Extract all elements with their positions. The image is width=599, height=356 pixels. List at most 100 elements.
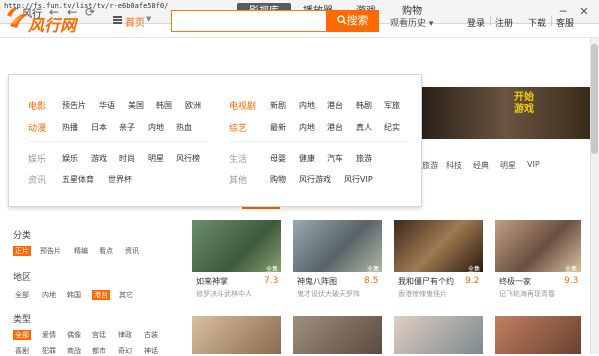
dropdown-item[interactable]: 购物 <box>270 174 286 185</box>
login-link[interactable]: 登录 <box>467 16 485 29</box>
watch-history-link[interactable]: 观看历史 ▾ <box>390 16 433 29</box>
close-button[interactable]: ✕ <box>576 4 592 20</box>
filter-option[interactable]: 神话 <box>144 346 158 356</box>
filter-option[interactable]: 其它 <box>119 290 133 300</box>
filter-option[interactable]: 偶像 <box>67 330 81 340</box>
dropdown-item[interactable]: 港台 <box>327 100 343 111</box>
dropdown-item[interactable]: 港台 <box>327 122 343 133</box>
nav-vip[interactable]: VIP <box>527 160 540 169</box>
video-title[interactable]: 终极一家 <box>499 276 531 287</box>
dropdown-item[interactable]: 娱乐 <box>62 153 78 164</box>
dropdown-item[interactable]: 世界杯 <box>108 174 132 185</box>
dropdown-item[interactable]: 热播 <box>62 122 78 133</box>
dropdown-item[interactable]: 韩国 <box>156 100 172 111</box>
filter-option[interactable]: 全部 <box>15 290 29 300</box>
dropdown-category[interactable]: 电影 <box>28 99 46 112</box>
promo-banner[interactable] <box>422 87 590 139</box>
video-title[interactable]: 我和僵尸有个约 <box>398 276 454 287</box>
dropdown-item[interactable]: 内地 <box>148 122 164 133</box>
dropdown-item[interactable]: 纪实 <box>384 122 400 133</box>
site-logo-icon[interactable] <box>8 10 30 30</box>
filter-option[interactable]: 内地 <box>42 290 56 300</box>
filter-option[interactable]: 港台 <box>92 290 110 300</box>
search-input[interactable] <box>171 10 327 32</box>
dropdown-item[interactable]: 时尚 <box>119 153 135 164</box>
video-thumbnail[interactable] <box>293 316 382 354</box>
dropdown-category[interactable]: 娱乐 <box>28 152 46 165</box>
watch-history-label: 观看历史 <box>390 19 427 29</box>
badge-full: 全集 <box>367 266 380 273</box>
filter-option[interactable]: 精编 <box>74 246 88 256</box>
dropdown-category[interactable]: 综艺 <box>229 121 247 134</box>
dropdown-item[interactable]: 汽车 <box>327 153 343 164</box>
dropdown-item[interactable]: 韩剧 <box>356 100 372 111</box>
dropdown-item[interactable]: 明星 <box>148 153 164 164</box>
url-text[interactable]: http://fs.fun.tv/list/tv/r-e6b0afe58f0/ <box>4 2 168 10</box>
filter-option[interactable]: 都市 <box>92 346 106 356</box>
filter-option[interactable]: 看点 <box>99 246 113 256</box>
filter-option[interactable]: 预告片 <box>40 246 61 256</box>
dropdown-item[interactable]: 亲子 <box>119 122 135 133</box>
nav-star[interactable]: 明星 <box>500 160 516 171</box>
dropdown-category[interactable]: 动漫 <box>28 121 46 134</box>
dropdown-item[interactable]: 健康 <box>299 153 315 164</box>
nav-travel[interactable]: 旅游 <box>422 160 438 171</box>
dropdown-item[interactable]: 预告片 <box>62 100 86 111</box>
dropdown-item[interactable]: 日本 <box>91 122 107 133</box>
filter-option[interactable]: 奇幻 <box>118 346 132 356</box>
filter-label-genre: 类型 <box>13 315 32 325</box>
video-score: 9.3 <box>564 276 579 286</box>
dropdown-item[interactable]: 华语 <box>99 100 115 111</box>
dropdown-category[interactable]: 电视剧 <box>229 99 256 112</box>
dropdown-item[interactable]: 真人 <box>356 122 372 133</box>
scrollbar-thumb[interactable] <box>591 44 598 154</box>
filter-option[interactable]: 喜剧 <box>15 346 29 356</box>
nav-classic[interactable]: 经典 <box>473 160 489 171</box>
dropdown-item[interactable]: 旅游 <box>356 153 372 164</box>
dropdown-item[interactable]: 游戏 <box>91 153 107 164</box>
chevron-down-icon[interactable]: ▼ <box>146 15 151 23</box>
filter-option[interactable]: 商战 <box>67 346 81 356</box>
dropdown-item[interactable]: 最新 <box>270 122 286 133</box>
video-thumbnail[interactable] <box>394 316 483 354</box>
video-desc: 记飞轮海再现青春 <box>499 290 555 298</box>
search-button[interactable]: 搜索 <box>326 10 379 32</box>
dropdown-category[interactable]: 其他 <box>229 173 247 186</box>
dropdown-item[interactable]: 热血 <box>176 122 192 133</box>
nav-tech[interactable]: 科技 <box>446 160 462 171</box>
filter-option[interactable]: 犯罪 <box>42 346 56 356</box>
filter-option[interactable]: 宫廷 <box>92 330 106 340</box>
dropdown-item[interactable]: 欧洲 <box>185 100 201 111</box>
video-thumbnail[interactable] <box>192 316 281 354</box>
register-link[interactable]: 注册 <box>495 16 513 29</box>
download-link[interactable]: 下载 <box>528 16 546 29</box>
dropdown-item[interactable]: 风行榜 <box>176 153 200 164</box>
dropdown-item[interactable]: 军旅 <box>384 100 400 111</box>
dropdown-item[interactable]: 内地 <box>299 122 315 133</box>
home-menu-label[interactable]: 首页 <box>125 14 145 29</box>
video-title[interactable]: 神鬼八阵图 <box>297 276 337 287</box>
filter-option[interactable]: 爱情 <box>42 330 56 340</box>
filter-option[interactable]: 资讯 <box>125 246 139 256</box>
site-logo-text[interactable]: 风行网 <box>28 12 76 36</box>
dropdown-category[interactable]: 资讯 <box>28 173 46 186</box>
dropdown-item[interactable]: 五星体育 <box>62 174 94 185</box>
video-score: 7.3 <box>264 276 279 286</box>
video-title[interactable]: 如来神掌 <box>196 276 228 287</box>
dropdown-item[interactable]: 风行游戏 <box>299 174 331 185</box>
filter-option[interactable]: 韩国 <box>67 290 81 300</box>
dropdown-item[interactable]: 新剧 <box>270 100 286 111</box>
dropdown-item[interactable]: 风行VIP <box>344 174 373 185</box>
support-link[interactable]: 客服 <box>556 16 574 29</box>
dropdown-item[interactable]: 内地 <box>299 100 315 111</box>
filter-option[interactable]: 正片 <box>13 246 31 256</box>
divider <box>490 16 491 26</box>
video-thumbnail[interactable] <box>495 316 581 354</box>
dropdown-item[interactable]: 美国 <box>128 100 144 111</box>
menu-icon[interactable] <box>113 16 122 24</box>
filter-option[interactable]: 古装 <box>144 330 158 340</box>
dropdown-category[interactable]: 生活 <box>229 152 247 165</box>
dropdown-item[interactable]: 母婴 <box>270 153 286 164</box>
filter-option[interactable]: 律政 <box>118 330 132 340</box>
filter-option[interactable]: 全部 <box>13 330 31 340</box>
